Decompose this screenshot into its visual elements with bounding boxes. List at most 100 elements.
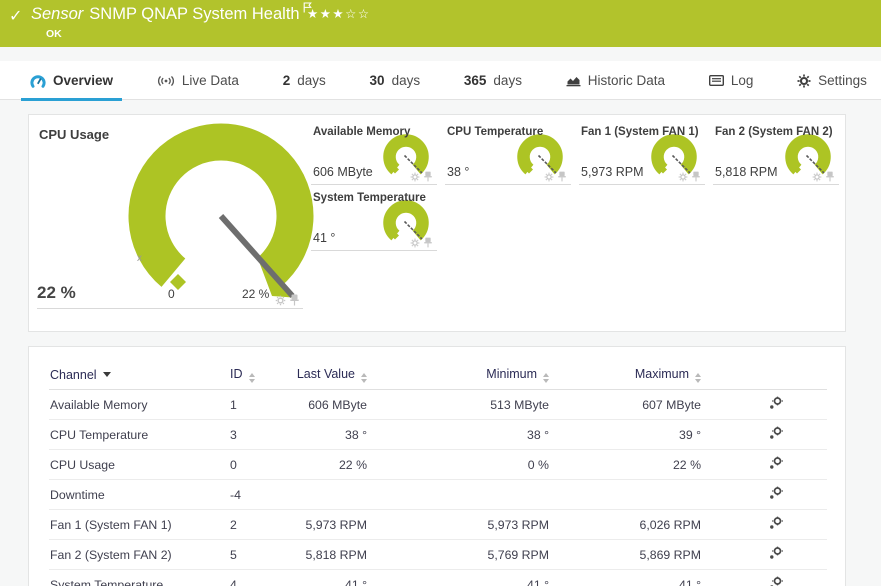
- gauge-available-memory[interactable]: Available Memory 606 MByte: [311, 123, 437, 185]
- cell-channel: Fan 1 (System FAN 1): [49, 509, 229, 540]
- gauge-value: 41 °: [313, 231, 336, 245]
- cell-maximum: 39 °: [573, 419, 725, 450]
- gauge-fan-1[interactable]: Fan 1 (System FAN 1) 5,973 RPM: [579, 123, 705, 185]
- pin-icon[interactable]: [558, 171, 566, 182]
- cell-id: 2: [229, 509, 279, 540]
- col-header-last-value[interactable]: Last Value: [279, 361, 391, 390]
- cell-id: 4: [229, 569, 279, 586]
- table-row: System Temperature 4 41 ° 41 ° 41 °: [49, 569, 827, 586]
- gear-icon[interactable]: [544, 172, 554, 182]
- cell-minimum: 0 %: [391, 449, 573, 480]
- sensor-header: ✓ Sensor SNMP QNAP System Health ★★★☆☆ OK: [0, 0, 881, 47]
- channel-settings-icon[interactable]: [769, 486, 783, 500]
- log-icon: [708, 75, 724, 86]
- table-row: Fan 1 (System FAN 1) 2 5,973 RPM 5,973 R…: [49, 509, 827, 540]
- channels-table: Channel ID Last Value Minimum Maximum Av…: [49, 361, 827, 586]
- cell-minimum: [391, 479, 573, 510]
- gauges-panel: CPU Usage x 22 % 0 22 % Available Memory: [28, 114, 846, 332]
- cell-last-value: 5,818 RPM: [279, 539, 391, 570]
- gauge-title: CPU Usage: [39, 127, 110, 142]
- cell-maximum: 607 MByte: [573, 389, 725, 420]
- col-header-actions: [725, 361, 827, 390]
- tab-historic-data[interactable]: Historic Data: [566, 61, 665, 100]
- col-header-maximum[interactable]: Maximum: [573, 361, 725, 390]
- gear-icon[interactable]: [410, 238, 420, 248]
- col-header-minimum[interactable]: Minimum: [391, 361, 573, 390]
- cell-minimum: 513 MByte: [391, 389, 573, 420]
- cell-minimum: 41 °: [391, 569, 573, 586]
- table-row: CPU Temperature 3 38 ° 38 ° 39 °: [49, 419, 827, 450]
- gear-icon[interactable]: [678, 172, 688, 182]
- tab-label: days: [297, 73, 326, 88]
- tab-365-days[interactable]: 365 days: [464, 61, 522, 100]
- small-gauge-grid: Available Memory 606 MByte CPU Temperatu…: [311, 123, 847, 251]
- col-header-channel[interactable]: Channel: [49, 361, 229, 390]
- channel-settings-icon[interactable]: [769, 546, 783, 560]
- pin-icon[interactable]: [692, 171, 700, 182]
- tab-label: days: [391, 73, 421, 88]
- gauge-scale-max: 22 %: [242, 287, 270, 301]
- tab-settings[interactable]: Settings: [797, 61, 867, 100]
- empty-cell: [713, 189, 839, 251]
- cell-channel: Fan 2 (System FAN 2): [49, 539, 229, 570]
- pin-icon[interactable]: [424, 171, 432, 182]
- status-ok-check-icon: ✓: [9, 8, 23, 25]
- gauge-cpu-temperature[interactable]: CPU Temperature 38 °: [445, 123, 571, 185]
- tab-number: 2: [282, 73, 291, 88]
- cell-last-value: 38 °: [279, 419, 391, 450]
- gauge-scale-min: 0: [168, 287, 175, 301]
- cpu-usage-gauge: [128, 123, 314, 298]
- col-header-id[interactable]: ID: [229, 361, 279, 390]
- tab-label: Historic Data: [587, 73, 666, 88]
- gauge-cpu-usage[interactable]: CPU Usage x 22 % 0 22 %: [29, 115, 314, 331]
- cell-maximum: 22 %: [573, 449, 725, 480]
- gauge-title: Fan 2 (System FAN 2): [715, 126, 833, 138]
- channel-settings-icon[interactable]: [769, 516, 783, 530]
- tab-label: Overview: [53, 73, 114, 88]
- channel-settings-icon[interactable]: [769, 396, 783, 410]
- pin-icon[interactable]: [424, 237, 432, 248]
- pin-icon[interactable]: [826, 171, 834, 182]
- cell-channel: Available Memory: [49, 389, 229, 420]
- tab-number: 365: [463, 73, 487, 88]
- sort-icon: [248, 373, 255, 383]
- tab-30-days[interactable]: 30 days: [370, 61, 421, 100]
- live-data-icon: [157, 75, 174, 86]
- tab-label: Live Data: [181, 73, 239, 88]
- gear-icon[interactable]: [275, 295, 286, 306]
- channel-settings-icon[interactable]: [769, 576, 783, 586]
- gauge-system-temperature[interactable]: System Temperature 41 °: [311, 189, 437, 251]
- empty-cell: [445, 189, 571, 251]
- gauge-value: 5,973 RPM: [581, 165, 644, 179]
- pin-icon[interactable]: [290, 294, 299, 306]
- gauge-title: System Temperature: [313, 192, 426, 204]
- gear-icon[interactable]: [812, 172, 822, 182]
- cell-channel: CPU Temperature: [49, 419, 229, 450]
- tab-overview[interactable]: Overview: [20, 61, 123, 101]
- gauge-title: CPU Temperature: [447, 126, 544, 138]
- gear-icon: [797, 74, 811, 87]
- tab-bar: Overview Live Data 2 days 30 days 365 da…: [0, 61, 881, 101]
- cell-minimum: 5,973 RPM: [391, 509, 573, 540]
- gauge-title: Fan 1 (System FAN 1): [581, 126, 699, 138]
- sensor-type-label: Sensor: [31, 5, 84, 23]
- cell-last-value: 606 MByte: [279, 389, 391, 420]
- priority-stars[interactable]: ★★★☆☆: [307, 6, 371, 21]
- tab-live-data[interactable]: Live Data: [157, 61, 239, 100]
- channel-settings-icon[interactable]: [769, 456, 783, 470]
- cell-last-value: [279, 479, 391, 510]
- tab-label: Settings: [818, 73, 867, 88]
- tab-log[interactable]: Log: [708, 61, 753, 100]
- cell-id: -4: [229, 479, 279, 510]
- cell-minimum: 5,769 RPM: [391, 539, 573, 570]
- cell-minimum: 38 °: [391, 419, 573, 450]
- channel-settings-icon[interactable]: [769, 426, 783, 440]
- cell-divider: [37, 308, 303, 309]
- gauge-value: 606 MByte: [313, 165, 373, 179]
- gear-icon[interactable]: [410, 172, 420, 182]
- cell-id: 3: [229, 419, 279, 450]
- prtg-sensor-page: ✓ Sensor SNMP QNAP System Health ★★★☆☆ OK…: [0, 0, 881, 586]
- cell-maximum: 5,869 RPM: [573, 539, 725, 570]
- gauge-fan-2[interactable]: Fan 2 (System FAN 2) 5,818 RPM: [713, 123, 839, 185]
- tab-2-days[interactable]: 2 days: [283, 61, 326, 100]
